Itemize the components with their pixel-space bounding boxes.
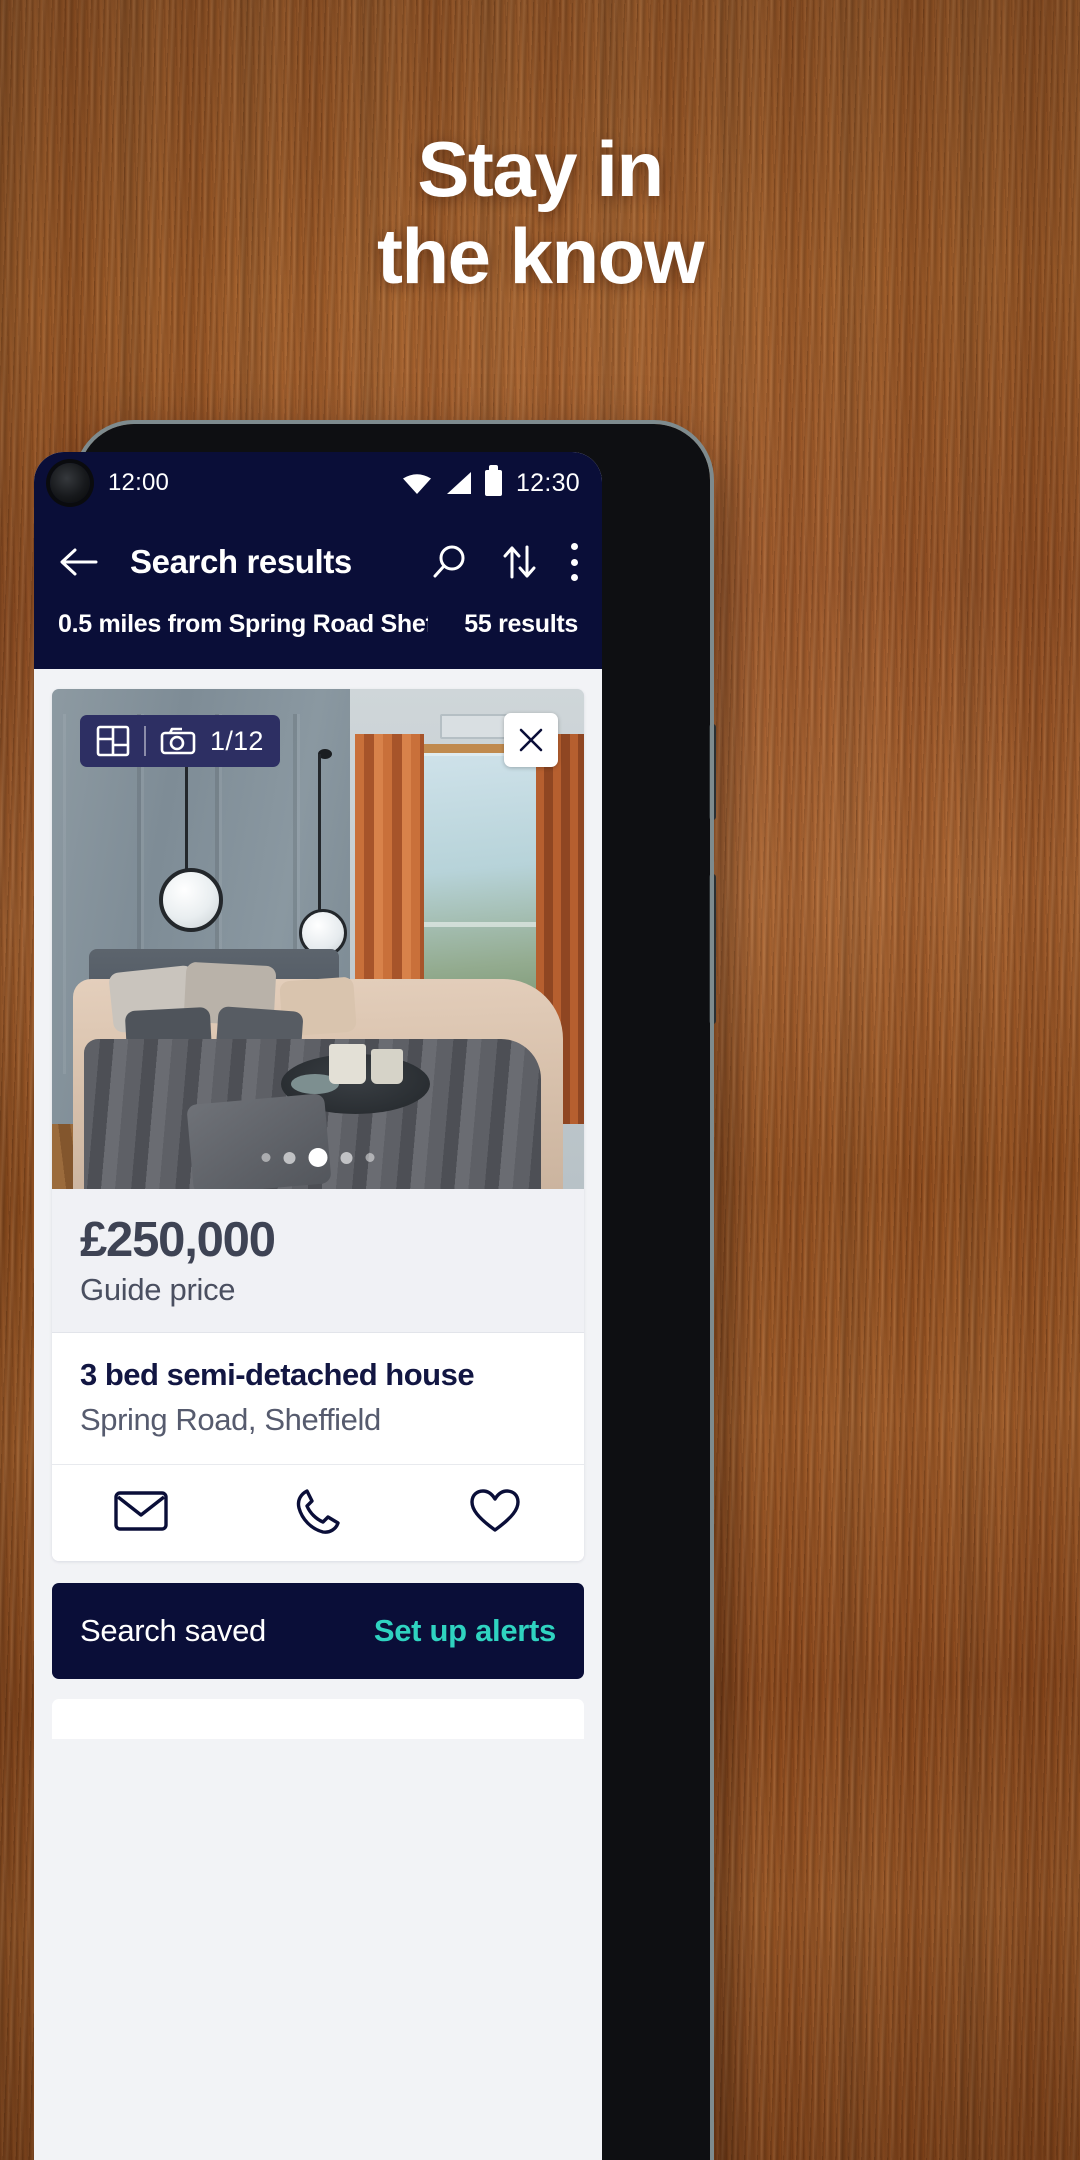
search-saved-label: Search saved: [80, 1613, 266, 1649]
status-time-left: 12:00: [108, 469, 170, 496]
status-time-right: 12:30: [515, 468, 580, 497]
volume-button[interactable]: [709, 724, 716, 820]
app-bar: Search results: [34, 514, 602, 610]
property-actions: [52, 1465, 584, 1562]
cellular-signal-icon: [446, 472, 471, 494]
sort-icon[interactable]: [500, 543, 538, 581]
phone-screen: 12:00 12:30 Search results 0.5 miles fro…: [34, 452, 602, 2160]
results-count: 55 results: [464, 610, 578, 638]
search-location-text[interactable]: 0.5 miles from Spring Road Sheffield...: [58, 610, 428, 639]
close-icon: [519, 728, 543, 752]
call-agent-button[interactable]: [229, 1487, 406, 1535]
email-agent-button[interactable]: [52, 1487, 229, 1535]
headline-line-2: the know: [376, 212, 705, 301]
search-icon[interactable]: [430, 543, 468, 581]
save-property-button[interactable]: [407, 1487, 584, 1535]
next-property-card[interactable]: [52, 1699, 584, 1740]
set-up-alerts-link[interactable]: Set up alerts: [374, 1613, 556, 1649]
status-icons: 12:30: [402, 465, 580, 498]
search-summary-bar: 0.5 miles from Spring Road Sheffield... …: [34, 610, 602, 669]
carousel-dots[interactable]: [261, 1148, 375, 1167]
headline-line-1: Stay in: [417, 125, 664, 213]
camera-icon[interactable]: [160, 727, 196, 755]
property-price: £250,000: [80, 1213, 276, 1267]
overflow-menu-icon[interactable]: [570, 543, 578, 581]
property-photo[interactable]: 1/12: [52, 689, 584, 1189]
property-title: 3 bed semi-detached house: [80, 1357, 475, 1393]
results-list: 1/12 £250,000 Guide price 3 bed semi-det…: [34, 669, 602, 2160]
search-saved-banner: Search saved Set up alerts: [52, 1583, 584, 1680]
heart-icon: [470, 1489, 521, 1533]
property-address: Spring Road, Sheffield: [80, 1402, 381, 1438]
page-title: Search results: [130, 543, 352, 580]
photo-badge[interactable]: 1/12: [80, 715, 280, 767]
wifi-icon: [402, 473, 431, 494]
floorplan-icon[interactable]: [96, 725, 130, 757]
email-icon: [113, 1491, 168, 1532]
app-bar-actions: [430, 543, 578, 581]
front-camera-punchhole: [50, 463, 90, 503]
battery-icon: [484, 465, 502, 496]
photo-counter: 1/12: [210, 725, 264, 756]
property-card[interactable]: 1/12 £250,000 Guide price 3 bed semi-det…: [52, 689, 584, 1562]
price-qualifier: Guide price: [80, 1272, 236, 1308]
property-details: 3 bed semi-detached house Spring Road, S…: [52, 1333, 584, 1466]
power-button[interactable]: [709, 874, 716, 1024]
arrow-left-icon[interactable]: [56, 539, 102, 585]
phone-icon: [296, 1489, 340, 1535]
status-bar: 12:00 12:30: [34, 452, 602, 514]
price-section: £250,000 Guide price: [52, 1189, 584, 1334]
close-button[interactable]: [504, 713, 558, 767]
promo-headline: Stay in the know: [0, 125, 1080, 301]
badge-divider: [144, 726, 146, 756]
